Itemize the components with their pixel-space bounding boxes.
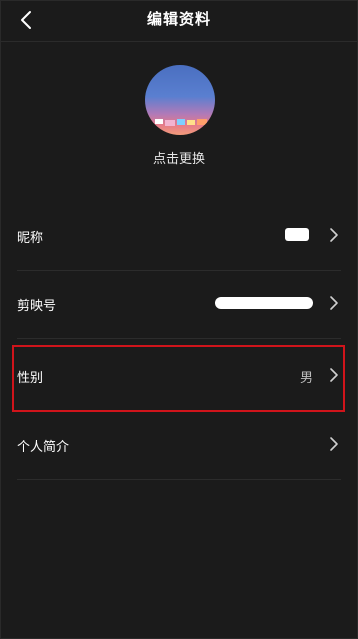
chevron-right-icon bbox=[330, 296, 338, 310]
edit-profile-screen: 编辑资料 点击更换 昵称 剪映号 性别 男 个人简介 bbox=[0, 0, 358, 639]
page-title: 编辑资料 bbox=[146, 10, 211, 28]
nickname-row[interactable]: 昵称 bbox=[17, 203, 341, 271]
top-nav-bar: 编辑资料 bbox=[1, 1, 357, 42]
chevron-right-icon bbox=[330, 437, 338, 451]
capcut-id-label: 剪映号 bbox=[17, 299, 57, 314]
nickname-label: 昵称 bbox=[17, 231, 44, 246]
gender-row[interactable]: 性别 男 bbox=[17, 343, 341, 410]
capcut-id-row[interactable]: 剪映号 bbox=[17, 271, 341, 339]
nickname-redaction bbox=[285, 228, 309, 241]
gender-label: 性别 bbox=[17, 371, 44, 386]
change-avatar-label[interactable]: 点击更换 bbox=[1, 148, 357, 167]
chevron-right-icon bbox=[330, 368, 338, 382]
avatar-image bbox=[145, 65, 215, 135]
gender-value: 男 bbox=[299, 371, 313, 386]
chevron-right-icon bbox=[330, 228, 338, 242]
avatar[interactable] bbox=[145, 65, 215, 135]
bio-row[interactable]: 个人简介 bbox=[17, 412, 341, 480]
capcut-id-redaction bbox=[215, 297, 313, 309]
bio-label: 个人简介 bbox=[17, 440, 70, 455]
